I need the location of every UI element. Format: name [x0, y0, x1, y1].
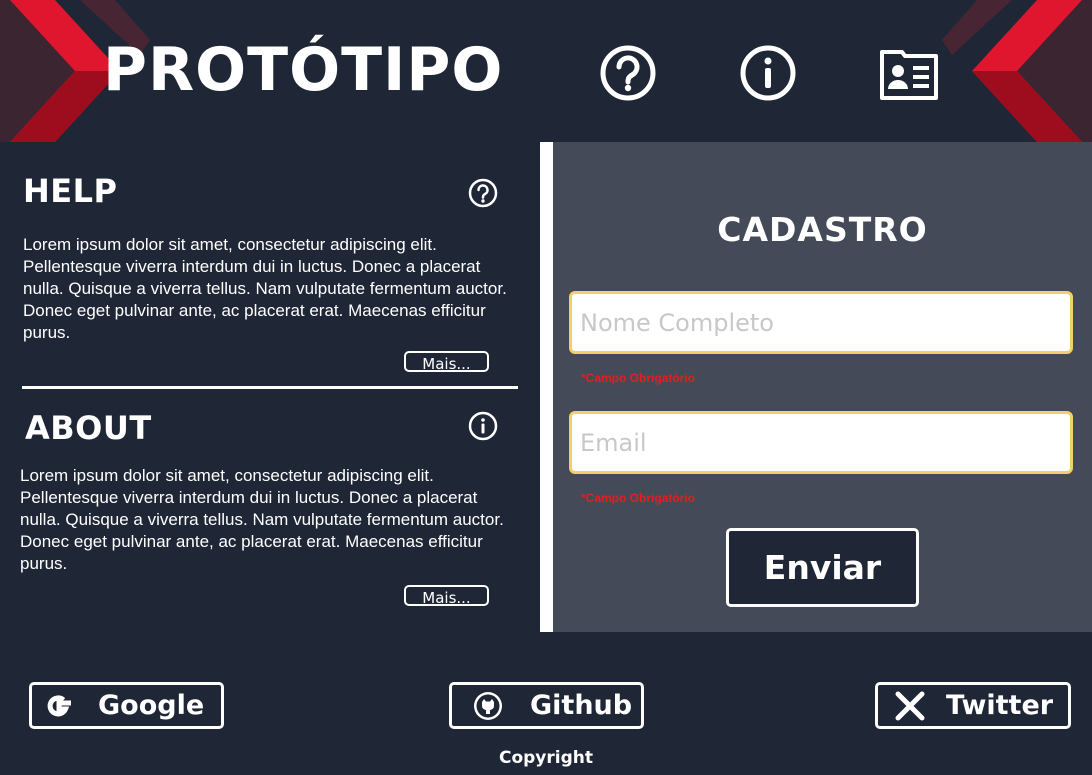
help-icon[interactable]: [599, 44, 657, 102]
help-more-button[interactable]: Mais...: [404, 351, 489, 373]
info-icon: [468, 411, 498, 441]
github-label: Github: [530, 690, 633, 721]
about-text: Lorem ipsum dolor sit amet, consectetur …: [20, 466, 504, 573]
app-logo-title: PROTÓTIPO: [103, 35, 504, 105]
register-form-panel: CADASTRO *Campo Obrigatório *Campo Obrig…: [553, 142, 1092, 632]
info-icon[interactable]: [739, 44, 797, 102]
submit-button[interactable]: Enviar: [726, 528, 919, 607]
twitter-label: Twitter: [946, 690, 1054, 721]
copyright-text: Copyright: [498, 748, 593, 768]
email-input[interactable]: [569, 411, 1073, 474]
github-button[interactable]: Github: [449, 682, 644, 729]
help-title: HELP: [23, 172, 118, 210]
info-column: HELP Lorem ipsum dolor sit amet, consect…: [0, 142, 538, 632]
about-more-button[interactable]: Mais...: [404, 585, 489, 607]
google-button[interactable]: Google: [29, 682, 224, 729]
about-title: ABOUT: [25, 409, 152, 447]
section-divider: [22, 386, 518, 389]
github-icon: [474, 691, 502, 720]
form-title: CADASTRO: [717, 210, 928, 249]
help-icon: [468, 178, 498, 208]
help-text: Lorem ipsum dolor sit amet, consectetur …: [23, 235, 507, 342]
x-twitter-icon: [895, 691, 925, 720]
email-required-hint: *Campo Obrigatório: [581, 491, 696, 505]
google-icon: [47, 694, 71, 716]
contact-card-icon[interactable]: [878, 44, 940, 102]
google-label: Google: [98, 690, 205, 721]
twitter-button[interactable]: Twitter: [875, 682, 1071, 729]
vertical-separator: [540, 142, 553, 632]
right-chevron-decoration: [942, 0, 1092, 142]
name-required-hint: *Campo Obrigatório: [581, 371, 696, 385]
full-name-input[interactable]: [569, 291, 1073, 354]
